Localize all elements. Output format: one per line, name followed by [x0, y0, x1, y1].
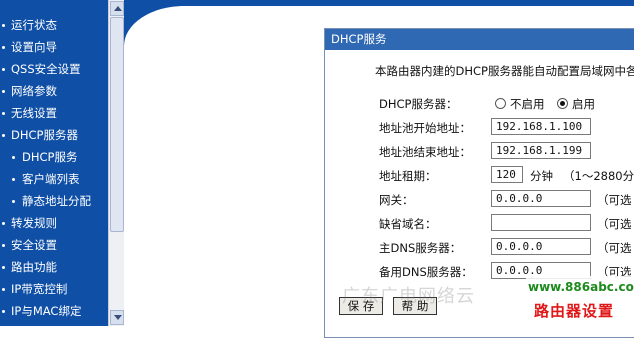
bullet-icon — [2, 134, 5, 137]
pool-start-label: 地址池开始地址： — [379, 121, 471, 135]
sidebar-item-label: QSS安全设置 — [11, 62, 81, 76]
primary-dns-label: 主DNS服务器： — [379, 241, 462, 255]
dhcp-server-label: DHCP服务器： — [379, 97, 458, 111]
gateway-hint: （可选 — [597, 193, 632, 207]
sidebar-item-label: 路由功能 — [11, 260, 57, 274]
watermark-url: www.886abc.com — [528, 280, 634, 294]
sidebar-item-wireless[interactable]: 无线设置 — [0, 102, 108, 124]
radio-disable-label[interactable]: 不启用 — [510, 96, 545, 112]
bullet-icon — [2, 90, 5, 93]
sidebar-item-label: 运行状态 — [11, 18, 57, 32]
sidebar-item-label: IP与MAC绑定 — [11, 304, 82, 318]
sidebar-item-label: 客户端列表 — [22, 172, 80, 186]
domain-label: 缺省域名： — [379, 217, 437, 231]
primary-dns-input[interactable]: 0.0.0.0 — [491, 238, 591, 255]
sidebar-item-label: IP带宽控制 — [11, 282, 68, 296]
bullet-icon — [2, 288, 5, 291]
sidebar-item-setup-wizard[interactable]: 设置向导 — [0, 36, 108, 58]
lease-unit: 分钟 — [530, 169, 553, 183]
secondary-dns-label: 备用DNS服务器： — [379, 265, 473, 279]
sidebar-item-label: 网络参数 — [11, 84, 57, 98]
sidebar-item-dhcp-server[interactable]: DHCP服务器 — [0, 124, 108, 146]
pool-start-input[interactable]: 192.168.1.100 — [491, 118, 591, 135]
radio-disable[interactable] — [495, 98, 506, 109]
bullet-icon — [2, 24, 5, 27]
sidebar-item-label: 无线设置 — [11, 106, 57, 120]
sidebar-item-ip-mac-binding[interactable]: IP与MAC绑定 — [0, 300, 108, 322]
sidebar-item-label: DHCP服务 — [22, 150, 78, 164]
scroll-thumb[interactable] — [110, 17, 124, 232]
sidebar-item-forwarding[interactable]: 转发规则 — [0, 212, 108, 234]
bullet-icon — [2, 222, 5, 225]
domain-hint: （可选 — [597, 217, 632, 231]
radio-enable[interactable] — [557, 98, 568, 109]
sidebar-item-routing[interactable]: 路由功能 — [0, 256, 108, 278]
gateway-input[interactable]: 0.0.0.0 — [491, 190, 591, 207]
sidebar-item-label: 转发规则 — [11, 216, 57, 230]
scroll-down-arrow-icon[interactable] — [110, 310, 124, 325]
sidebar-item-static-address[interactable]: 静态地址分配 — [0, 190, 108, 212]
sidebar-item-client-list[interactable]: 客户端列表 — [0, 168, 108, 190]
sidebar-scrollbar[interactable] — [108, 0, 124, 326]
lease-input[interactable]: 120 — [491, 166, 523, 183]
bullet-icon — [12, 178, 15, 181]
watermark-text: 广东广电网络云 — [342, 286, 475, 307]
sidebar-item-security[interactable]: 安全设置 — [0, 234, 108, 256]
bullet-icon — [12, 200, 15, 203]
pool-end-label: 地址池结束地址： — [379, 145, 471, 159]
primary-dns-hint: （可选 — [597, 241, 632, 255]
bullet-icon — [12, 156, 15, 159]
sidebar-item-network[interactable]: 网络参数 — [0, 80, 108, 102]
bullet-icon — [2, 112, 5, 115]
sidebar-item-label: 静态地址分配 — [22, 194, 91, 208]
pool-end-input[interactable]: 192.168.1.199 — [491, 142, 591, 159]
sidebar-item-label: 设置向导 — [11, 40, 57, 54]
bullet-icon — [2, 310, 5, 313]
domain-input[interactable] — [491, 214, 591, 231]
panel-description: 本路由器内建的DHCP服务器能自动配置局域网中各 — [375, 64, 634, 78]
bullet-icon — [2, 46, 5, 49]
bullet-icon — [2, 266, 5, 269]
radio-enable-label[interactable]: 启用 — [572, 96, 595, 112]
panel-title: DHCP服务 — [325, 29, 634, 50]
scroll-up-arrow-icon[interactable] — [110, 1, 124, 16]
bullet-icon — [2, 68, 5, 71]
bullet-icon — [2, 244, 5, 247]
lease-hint: （1～2880分钟 — [563, 169, 634, 183]
sidebar-item-dhcp-service[interactable]: DHCP服务 — [0, 146, 108, 168]
lease-label: 地址租期： — [379, 169, 437, 183]
sidebar-item-bandwidth[interactable]: IP带宽控制 — [0, 278, 108, 300]
watermark-site-name: 路由器设置 — [534, 302, 615, 320]
sidebar-item-label: DHCP服务器 — [11, 128, 78, 142]
sidebar-item-qss[interactable]: QSS安全设置 — [0, 58, 108, 80]
gateway-label: 网关： — [379, 193, 414, 207]
sidebar-item-status[interactable]: 运行状态 — [0, 14, 108, 36]
sidebar-menu: 运行状态 设置向导 QSS安全设置 网络参数 无线设置 DHCP服务器 DHCP… — [0, 0, 108, 326]
sidebar-item-label: 安全设置 — [11, 238, 57, 252]
